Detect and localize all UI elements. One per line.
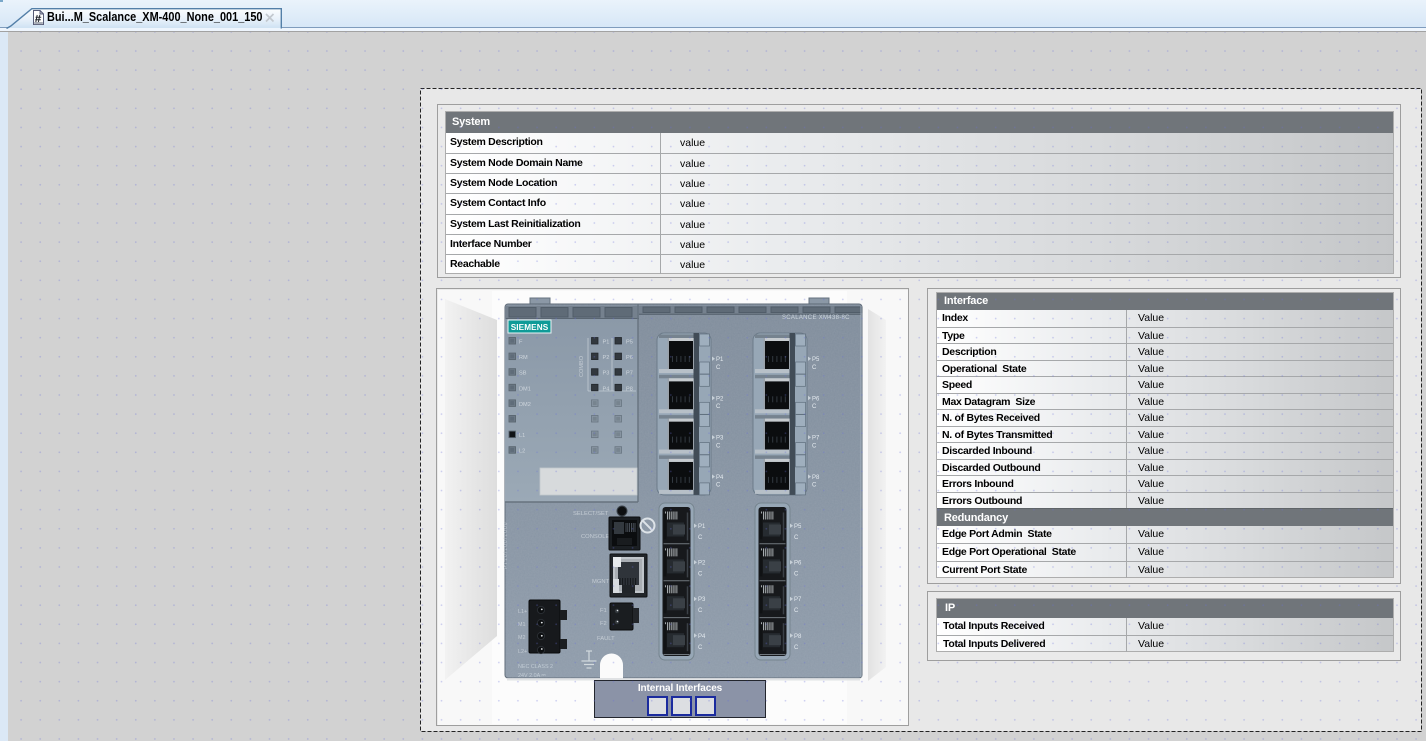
svg-text:C: C xyxy=(812,483,817,489)
svg-text:SB: SB xyxy=(519,371,527,377)
svg-text:M1: M1 xyxy=(518,622,526,628)
svg-text:M2: M2 xyxy=(518,635,526,641)
svg-text:P1: P1 xyxy=(716,357,724,363)
svg-text:C: C xyxy=(812,404,817,410)
svg-text:NEC CLASS 2: NEC CLASS 2 xyxy=(518,664,553,670)
svg-text:P4: P4 xyxy=(603,386,610,392)
svg-text:P4: P4 xyxy=(698,634,706,640)
svg-text:C: C xyxy=(716,365,721,371)
svg-text:P5: P5 xyxy=(626,340,633,346)
svg-text:C: C xyxy=(794,645,799,651)
svg-text:C: C xyxy=(716,483,721,489)
svg-text:FAULT: FAULT xyxy=(597,636,615,642)
svg-text:P7: P7 xyxy=(812,436,820,442)
svg-text:MGNT: MGNT xyxy=(592,579,610,585)
svg-text:F2: F2 xyxy=(600,621,607,627)
svg-text:L1: L1 xyxy=(519,433,525,439)
svg-text:DM2: DM2 xyxy=(519,402,531,408)
svg-text:P7: P7 xyxy=(794,597,802,603)
svg-text:C: C xyxy=(698,645,703,651)
svg-text:C: C xyxy=(812,443,817,449)
svg-text:DM1: DM1 xyxy=(519,386,531,392)
svg-text:P1: P1 xyxy=(698,524,706,530)
svg-text:C: C xyxy=(716,443,721,449)
svg-text:P3: P3 xyxy=(698,597,706,603)
svg-text:P5: P5 xyxy=(794,524,802,530)
svg-text:C: C xyxy=(716,404,721,410)
svg-text:L1+: L1+ xyxy=(518,609,527,615)
svg-text:P8: P8 xyxy=(812,475,820,481)
svg-text:C: C xyxy=(698,535,703,541)
svg-text:SELECT/SET: SELECT/SET xyxy=(573,511,609,517)
svg-text:P1: P1 xyxy=(603,340,610,346)
svg-text:P3: P3 xyxy=(603,371,610,377)
svg-text:RM: RM xyxy=(519,355,528,361)
svg-text:F1: F1 xyxy=(600,608,607,614)
svg-text:P5: P5 xyxy=(812,357,820,363)
svg-text:C: C xyxy=(698,572,703,578)
svg-text:P T 1 0 / 1 0 0 / 1 0 0 0: P T 1 0 / 1 0 0 / 1 0 0 0 xyxy=(503,522,508,569)
svg-text:P6: P6 xyxy=(794,561,802,567)
svg-text:P7: P7 xyxy=(626,371,633,377)
svg-text:L2+: L2+ xyxy=(518,649,527,655)
svg-text:P6: P6 xyxy=(626,355,633,361)
svg-text:SCALANCE XM438-8C: SCALANCE XM438-8C xyxy=(782,315,850,321)
svg-text:COMBO: COMBO xyxy=(579,355,585,377)
svg-text:P8: P8 xyxy=(794,634,802,640)
svg-text:SIEMENS: SIEMENS xyxy=(511,323,549,332)
svg-text:C: C xyxy=(794,608,799,614)
svg-text:P4: P4 xyxy=(716,475,724,481)
svg-text:P3: P3 xyxy=(716,436,724,442)
svg-text:P8: P8 xyxy=(626,386,633,392)
svg-text:P6: P6 xyxy=(812,396,820,402)
svg-text:C: C xyxy=(812,365,817,371)
svg-text:CONSOLE: CONSOLE xyxy=(581,534,609,540)
svg-text:C: C xyxy=(698,608,703,614)
svg-text:L2: L2 xyxy=(519,449,525,455)
svg-text:C: C xyxy=(794,572,799,578)
svg-text:P2: P2 xyxy=(716,396,724,402)
svg-text:F: F xyxy=(519,340,523,346)
svg-text:P2: P2 xyxy=(603,355,610,361)
svg-text:P2: P2 xyxy=(698,561,706,567)
svg-text:C: C xyxy=(794,535,799,541)
